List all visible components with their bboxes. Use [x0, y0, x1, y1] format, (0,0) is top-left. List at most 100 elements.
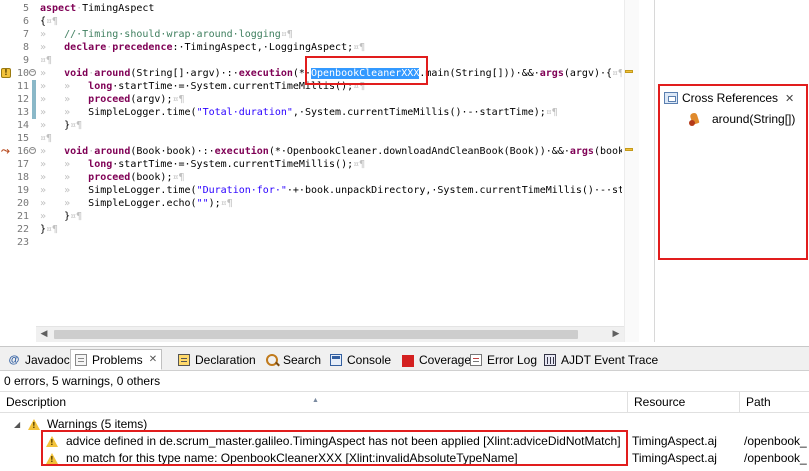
code-token: (Book·book)·:·	[130, 146, 215, 157]
scroll-thumb[interactable]	[54, 330, 578, 339]
overview-warning-marker[interactable]	[625, 148, 633, 151]
code-token: echo	[166, 198, 191, 209]
tab-problems[interactable]: Problems ✕	[70, 349, 163, 370]
code-token: ¤¶	[40, 133, 53, 144]
gutter-line[interactable]: 21	[0, 210, 36, 223]
code-line[interactable]: » » SimpleLogger.echo("");¤¶	[40, 197, 233, 210]
problems-icon	[75, 353, 87, 366]
close-icon[interactable]: ✕	[149, 354, 157, 365]
fold-toggle-icon[interactable]: −	[29, 69, 36, 76]
code-token: »	[40, 211, 65, 222]
gutter-line[interactable]: 17	[0, 158, 36, 171]
line-number: 5	[22, 3, 29, 14]
code-token: long	[88, 81, 113, 92]
code-line[interactable]: » }¤¶	[40, 119, 82, 132]
code-line[interactable]: » » proceed(book);¤¶	[40, 171, 185, 184]
code-token: SimpleLogger.	[88, 107, 167, 118]
tab-cross-references[interactable]: Cross References ✕	[664, 88, 794, 108]
scroll-left-icon[interactable]: ◀	[36, 327, 52, 342]
line-number: 11	[16, 81, 29, 92]
problems-summary: 0 errors, 5 warnings, 0 others	[4, 374, 161, 388]
line-number: 6	[22, 16, 29, 27]
tab-error-log[interactable]: Error Log	[466, 349, 541, 370]
gutter-line[interactable]: 20	[0, 197, 36, 210]
code-token: ¤¶	[353, 159, 366, 170]
problem-resource: TimingAspect.aj	[632, 434, 717, 448]
tab-label: Search	[283, 352, 322, 367]
gutter-line[interactable]: 10! −	[0, 67, 36, 80]
javadoc-icon: @	[8, 353, 20, 366]
fold-toggle-icon[interactable]: −	[29, 147, 36, 154]
code-token: » »	[40, 94, 89, 105]
tab-label: Coverage	[419, 352, 472, 367]
code-line[interactable]: » declare·precedence:·TimingAspect,·Logg…	[40, 41, 365, 54]
gutter-line[interactable]: 14	[0, 119, 36, 132]
editor-text-area[interactable]: aspect·TimingAspect {¤¶» //·Timing·should…	[40, 0, 622, 326]
tab-search[interactable]: Search	[262, 349, 325, 370]
gutter-line[interactable]: 12	[0, 93, 36, 106]
gutter-line[interactable]: 5	[0, 2, 36, 15]
gutter-line[interactable]: 8	[0, 41, 36, 54]
overview-warning-marker[interactable]	[625, 70, 633, 73]
code-line[interactable]: » » SimpleLogger.time("Total·duration",·…	[40, 106, 558, 119]
horizontal-scrollbar[interactable]: ◀ ▶	[36, 326, 624, 342]
overview-ruler[interactable]	[624, 0, 639, 342]
code-token: "Duration·for·"	[196, 185, 287, 196]
code-line[interactable]: » » proceed(argv);¤¶	[40, 93, 185, 106]
code-token: ¤¶	[545, 107, 558, 118]
column-header-path[interactable]: Path	[740, 392, 809, 413]
gutter-line[interactable]: 11	[0, 80, 36, 93]
tab-label: Error Log	[487, 352, 538, 367]
code-token: » »	[40, 185, 89, 196]
gutter-line[interactable]: 6	[0, 15, 36, 28]
code-line[interactable]: » void·around(Book·book)·:·execution(*·O…	[40, 145, 622, 158]
code-line[interactable]: ¤¶	[40, 54, 52, 67]
code-line[interactable]: » » SimpleLogger.time("Duration·for·"·+·…	[40, 184, 622, 197]
gutter-line[interactable]: 23	[0, 236, 36, 249]
scroll-right-icon[interactable]: ▶	[608, 327, 624, 342]
line-number: 7	[22, 29, 29, 40]
gutter-line[interactable]: 7	[0, 28, 36, 41]
code-line[interactable]: aspect·TimingAspect	[40, 2, 154, 15]
code-token: (*·OpenbookCleaner.downloadAndCleanBook(…	[268, 146, 570, 157]
gutter-line[interactable]: 13	[0, 106, 36, 119]
code-line[interactable]: » //·Timing·should·wrap·around·logging¤¶	[40, 28, 293, 41]
code-token: » »	[40, 159, 89, 170]
column-header-label: Path	[746, 395, 771, 409]
code-line[interactable]: » }¤¶	[40, 210, 82, 223]
code-token: .main(String[]))·&&·	[419, 68, 540, 79]
tab-javadoc[interactable]: @ Javadoc	[4, 349, 74, 370]
collapse-icon[interactable]: ◢	[14, 416, 20, 433]
cross-reference-item[interactable]: around(String[])	[688, 112, 795, 126]
code-token: »	[40, 68, 65, 79]
code-line[interactable]: » » long·startTime·=·System.currentTimeM…	[40, 158, 365, 171]
declaration-icon	[178, 353, 190, 366]
highlight-box-warnings	[41, 430, 628, 466]
column-header-description[interactable]: Description ▲	[0, 392, 628, 413]
warning-marker-icon[interactable]: !	[1, 68, 11, 78]
gutter-line[interactable]: 16 ⤳ −	[0, 145, 36, 158]
gutter-line[interactable]: 22	[0, 223, 36, 236]
tab-label: Problems	[92, 352, 143, 367]
change-marker	[32, 93, 36, 106]
code-editor[interactable]: 5 6 7 8 9 10! −11 12 13 14 15 16 ⤳ −17 18 19 20 21 22 23 as…	[0, 0, 639, 342]
tab-console[interactable]: Console	[326, 349, 395, 370]
problems-table: Description ▲ Resource Path ◢ Warnings (…	[0, 391, 809, 465]
code-line[interactable]: ¤¶	[40, 132, 52, 145]
code-line[interactable]: }¤¶	[40, 223, 58, 236]
code-token: execution	[238, 68, 293, 79]
code-token: ¤¶	[172, 94, 185, 105]
code-line[interactable]: {¤¶	[40, 15, 58, 28]
code-token: );	[208, 198, 221, 209]
tab-coverage[interactable]: Coverage	[398, 349, 475, 370]
tab-declaration[interactable]: Declaration	[174, 349, 260, 370]
gutter-line[interactable]: 18	[0, 171, 36, 184]
advice-marker-icon[interactable]: ⤳	[1, 145, 11, 156]
code-token: » »	[40, 107, 89, 118]
code-token: ¤¶	[70, 120, 83, 131]
column-header-resource[interactable]: Resource	[628, 392, 740, 413]
gutter-line[interactable]: 9	[0, 54, 36, 67]
gutter-line[interactable]: 19	[0, 184, 36, 197]
close-icon[interactable]: ✕	[785, 92, 794, 105]
tab-ajdt-event-trace[interactable]: AJDT Event Trace	[540, 349, 662, 370]
